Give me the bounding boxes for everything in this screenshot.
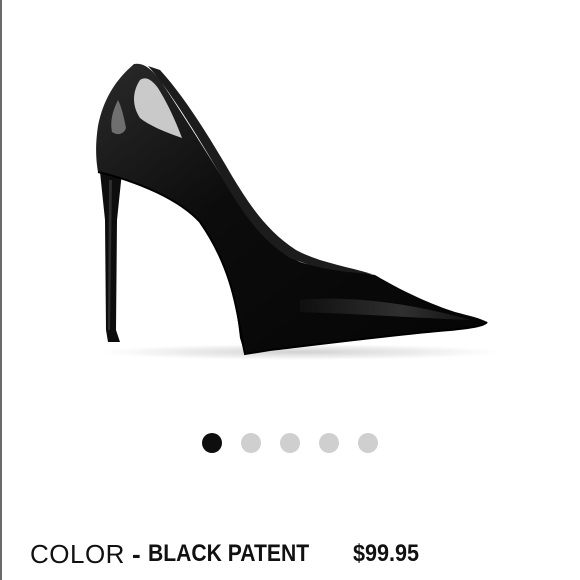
product-caption: COLOR - BLACK PATENT $99.95 — [30, 534, 426, 574]
image-carousel-dots — [0, 432, 580, 454]
carousel-dot-4[interactable] — [319, 433, 339, 453]
carousel-dot-3[interactable] — [280, 433, 300, 453]
color-separator: - — [131, 538, 141, 569]
carousel-dot-1[interactable] — [202, 433, 222, 453]
carousel-dot-2[interactable] — [241, 433, 261, 453]
price: $99.95 — [352, 540, 419, 567]
color-value: BLACK PATENT — [147, 540, 309, 567]
product-image[interactable] — [0, 0, 580, 420]
color-label: COLOR — [30, 538, 125, 569]
carousel-dot-5[interactable] — [358, 433, 378, 453]
